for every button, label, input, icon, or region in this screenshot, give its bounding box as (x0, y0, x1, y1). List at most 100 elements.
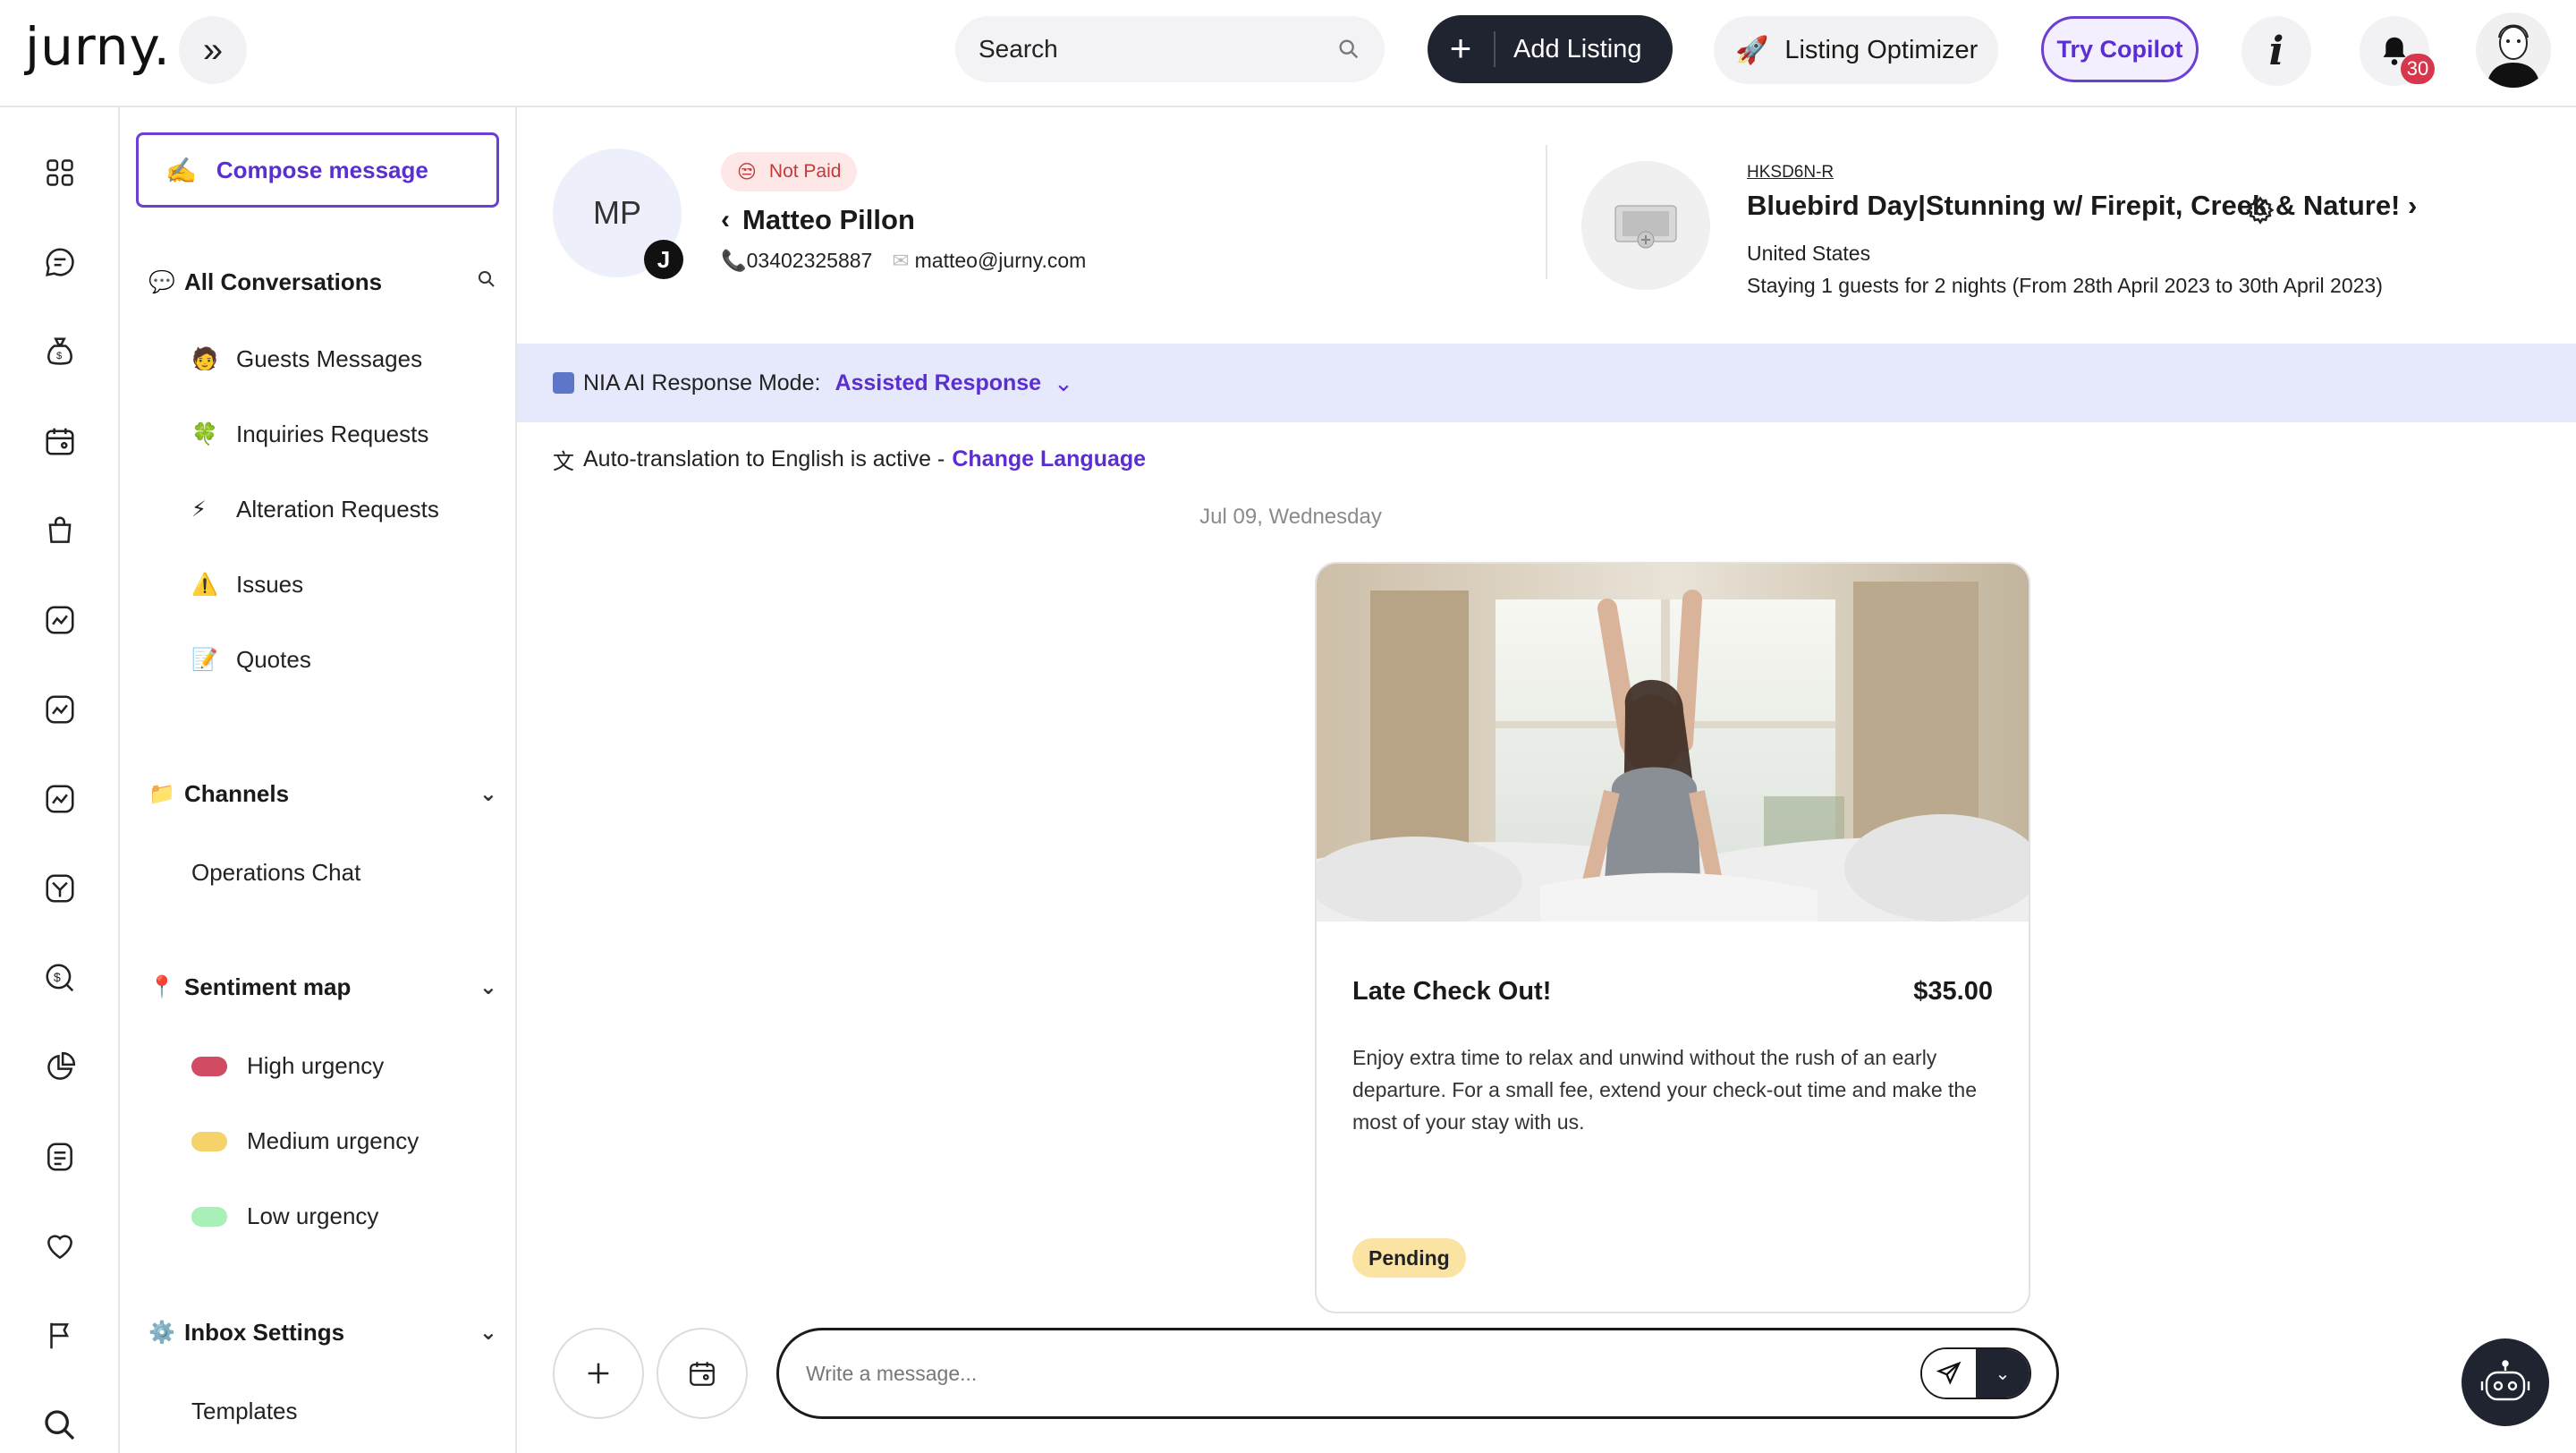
sentiment-low-urgency[interactable]: Low urgency (191, 1202, 378, 1230)
date-separator: Jul 09, Wednesday (1199, 505, 1382, 529)
chat-icon[interactable] (39, 242, 80, 283)
sidebar-item-inquiries-requests[interactable]: 🍀 Inquiries Requests (191, 421, 428, 448)
dollar-icon[interactable]: $ (39, 957, 80, 998)
money-bag-icon[interactable]: $ (39, 331, 80, 372)
expand-sidebar-button[interactable]: » (179, 16, 247, 84)
listing-title[interactable]: Bluebird Day|Stunning w/ Firepit, Creek … (1747, 190, 2417, 222)
user-portrait-icon (2476, 13, 2551, 88)
conversation-panel: MP J 😒 Not Paid ‹ Matteo Pillon 📞 034023… (517, 107, 2576, 1453)
upsell-title: Late Check Out! (1352, 977, 1552, 1006)
sentiment-label: High urgency (247, 1052, 385, 1079)
send-button[interactable] (1922, 1349, 1976, 1398)
sidebar-item-issues[interactable]: ⚠️ Issues (191, 571, 303, 599)
info-button[interactable]: i (2241, 16, 2311, 86)
notes-icon[interactable] (39, 1136, 80, 1177)
message-composer[interactable]: ⌄ (776, 1328, 2059, 1419)
channels-header[interactable]: 📁 Channels ⌄ (148, 780, 497, 808)
message-input[interactable] (806, 1361, 1920, 1386)
channels-label: Channels (184, 780, 290, 807)
dashboard-icon[interactable] (39, 152, 80, 193)
add-attachment-button[interactable] (553, 1328, 644, 1419)
add-listing-button[interactable]: + Add Listing (1428, 15, 1673, 83)
sidebar-item-templates[interactable]: Templates (191, 1398, 298, 1425)
speech-bubble-icon: 💬 (148, 270, 175, 294)
search-bar[interactable] (955, 16, 1385, 82)
pushpin-icon: 📍 (148, 975, 175, 999)
chevron-down-icon[interactable]: ⌄ (479, 781, 497, 807)
calendar-icon[interactable] (39, 421, 80, 462)
translation-notice: 文 Auto-translation to English is active … (553, 444, 1146, 475)
search-input[interactable] (979, 35, 1336, 64)
flag-icon[interactable] (39, 1315, 80, 1356)
top-bar: jurny. » + Add Listing 🚀 Listing Optimiz… (0, 0, 2576, 107)
user-avatar[interactable] (2476, 13, 2551, 88)
settings-gear-icon[interactable] (2245, 195, 2275, 225)
chevron-down-icon[interactable]: ⌄ (1054, 370, 1073, 397)
ai-mode-dropdown[interactable]: Assisted Response (835, 370, 1041, 396)
payment-status-badge: 😒 Not Paid (721, 152, 858, 191)
analytics-icon-3[interactable] (39, 778, 80, 820)
sidebar-item-label: Quotes (236, 646, 311, 673)
clover-icon: 🍀 (191, 422, 218, 446)
double-chevron-right-icon: » (202, 30, 224, 70)
ai-assistant-bot-button[interactable] (2462, 1338, 2549, 1426)
search-icon[interactable] (39, 1405, 80, 1446)
channel-badge: J (644, 240, 683, 279)
search-icon[interactable] (1336, 37, 1361, 62)
guest-name[interactable]: ‹ Matteo Pillon (721, 204, 915, 236)
chevron-right-icon: › (2408, 190, 2418, 221)
try-copilot-button[interactable]: Try Copilot (2041, 16, 2199, 82)
analytics-icon[interactable] (39, 599, 80, 641)
upsell-card[interactable]: Late Check Out! $35.00 Enjoy extra time … (1315, 562, 2030, 1313)
chevron-left-icon[interactable]: ‹ (721, 205, 730, 235)
sentiment-map-header[interactable]: 📍 Sentiment map ⌄ (148, 973, 497, 1001)
sentiment-high-urgency[interactable]: High urgency (191, 1052, 384, 1080)
upsell-image (1317, 564, 2029, 922)
upsell-status-badge: Pending (1352, 1238, 1466, 1278)
paper-plane-icon (1936, 1361, 1962, 1385)
icon-rail: $ $ (0, 107, 120, 1453)
compose-message-button[interactable]: ✍️ Compose message (136, 132, 499, 208)
booking-calendar-button[interactable] (657, 1328, 748, 1419)
all-conversations-header[interactable]: 💬 All Conversations (148, 268, 497, 296)
guest-email[interactable]: matteo@jurny.com (915, 249, 1087, 273)
chevron-down-icon[interactable]: ⌄ (479, 974, 497, 1000)
header-divider (1546, 145, 1547, 279)
sidebar-item-quotes[interactable]: 📝 Quotes (191, 646, 311, 674)
chevron-down-icon[interactable]: ⌄ (479, 1320, 497, 1346)
guest-initials: MP (593, 194, 641, 231)
sentiment-label: Medium urgency (247, 1127, 419, 1154)
sentiment-label: Low urgency (247, 1202, 379, 1229)
tasks-icon[interactable] (39, 868, 80, 909)
send-button-group[interactable]: ⌄ (1920, 1347, 2031, 1399)
guest-name-text: Matteo Pillon (742, 204, 915, 235)
change-language-link[interactable]: Change Language (952, 446, 1146, 472)
guest-contact: 📞 03402325887 ✉ matteo@jurny.com (721, 249, 1086, 273)
analytics-icon-2[interactable] (39, 689, 80, 730)
sentiment-medium-urgency[interactable]: Medium urgency (191, 1127, 419, 1155)
payment-status-label: Not Paid (768, 161, 842, 182)
sidebar-search-icon[interactable] (476, 268, 497, 296)
translate-icon: 文 (553, 450, 574, 474)
guest-phone[interactable]: 03402325887 (747, 249, 873, 273)
shopping-bag-icon[interactable] (39, 510, 80, 551)
jurny-logo[interactable]: jurny. (25, 16, 171, 77)
lightning-icon: ⚡ (191, 497, 207, 522)
listing-optimizer-button[interactable]: 🚀 Listing Optimizer (1714, 16, 1998, 84)
sidebar-item-label: Issues (236, 571, 304, 598)
sidebar-item-alteration-requests[interactable]: ⚡ Alteration Requests (191, 496, 439, 523)
listing-code-link[interactable]: HKSD6N-R (1747, 163, 1834, 183)
writing-hand-icon: ✍️ (165, 156, 197, 184)
medium-urgency-swatch (191, 1131, 227, 1151)
pie-chart-icon[interactable] (39, 1047, 80, 1088)
high-urgency-swatch (191, 1056, 227, 1076)
listing-placeholder-icon (1614, 205, 1677, 249)
heart-icon[interactable] (39, 1226, 80, 1267)
send-options-dropdown[interactable]: ⌄ (1976, 1349, 2029, 1398)
compose-message-label: Compose message (216, 156, 428, 183)
inbox-settings-header[interactable]: ⚙️ Inbox Settings ⌄ (148, 1319, 497, 1347)
calendar-icon (690, 1362, 715, 1386)
robot-icon (2480, 1360, 2530, 1401)
sidebar-item-operations-chat[interactable]: Operations Chat (191, 859, 360, 887)
sidebar-item-guests-messages[interactable]: 🧑 Guests Messages (191, 345, 422, 373)
